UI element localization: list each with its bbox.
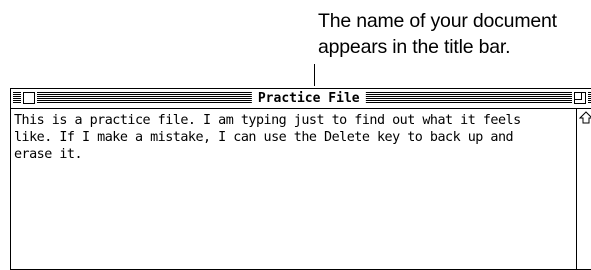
text-line-3: erase it.	[14, 147, 83, 162]
text-line-2: like. If I make a mistake, I can use the…	[14, 130, 514, 145]
callout-line-2: appears in the title bar.	[318, 36, 511, 58]
close-box-icon[interactable]	[21, 90, 37, 106]
zoom-box-icon[interactable]	[572, 90, 588, 106]
document-window: Practice File This is a practice file. I…	[10, 88, 591, 270]
scroll-up-arrow-icon[interactable]	[579, 111, 591, 125]
text-line-1: This is a practice file. I am typing jus…	[14, 113, 521, 128]
document-text-area[interactable]: This is a practice file. I am typing jus…	[11, 109, 577, 269]
callout-leader-line	[314, 64, 315, 86]
callout-line-1: The name of your document	[318, 10, 557, 32]
vertical-scrollbar[interactable]	[578, 109, 591, 269]
window-title: Practice File	[251, 90, 366, 107]
callout-caption: The name of your document appears in the…	[318, 8, 590, 60]
title-bar[interactable]: Practice File	[11, 89, 591, 109]
